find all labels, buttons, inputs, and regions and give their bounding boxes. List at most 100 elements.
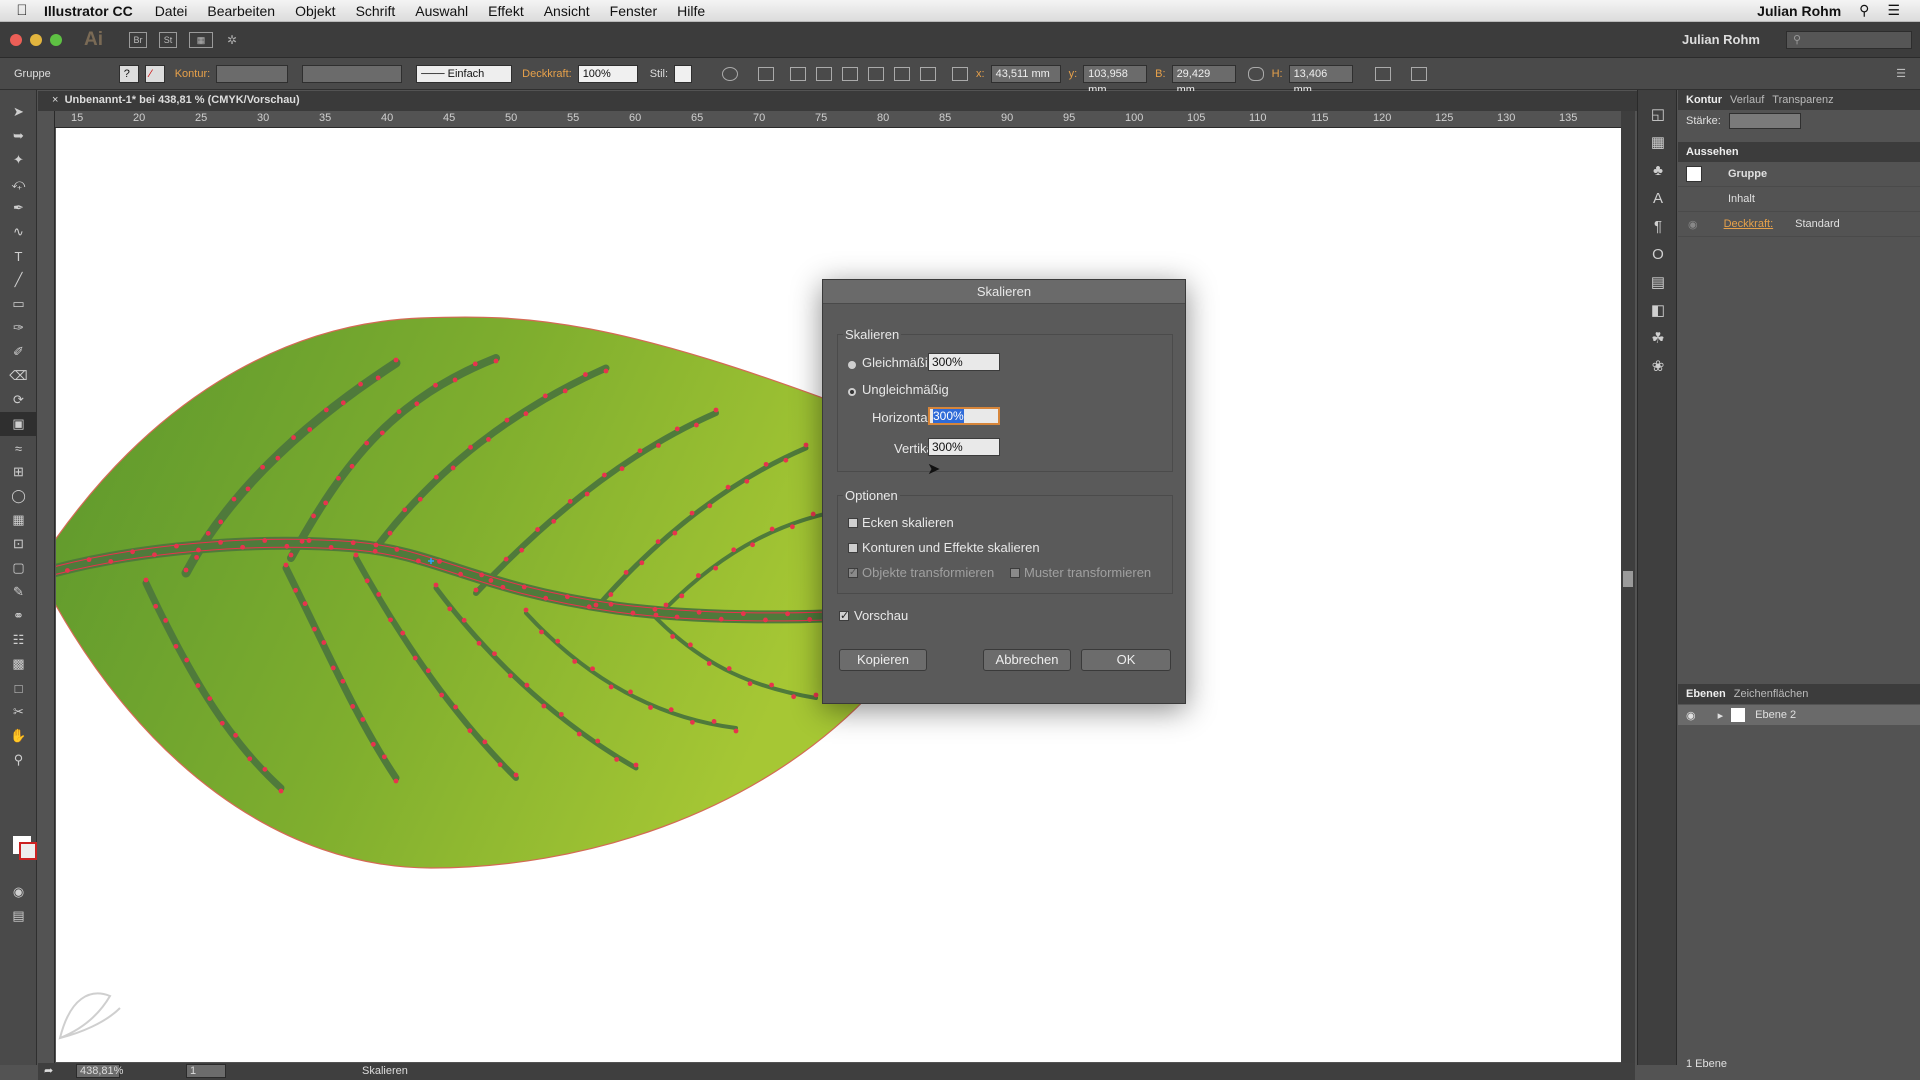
menubar-user[interactable]: Julian Rohm (1757, 3, 1841, 19)
stroke-swatch[interactable]: ⁄ (144, 64, 165, 83)
align-panel-icon[interactable]: ▤ (1638, 268, 1678, 296)
vertical-field[interactable]: 300% (928, 438, 1000, 456)
artboard-number-field[interactable]: 1 (186, 1064, 226, 1078)
align-to-icon[interactable] (758, 66, 775, 81)
control-bar-menu-icon[interactable]: ☰ (1896, 67, 1906, 80)
horizontal-ruler[interactable]: 15 20 25 30 35 40 45 50 55 60 65 70 75 80 85 90 95 100 105… (46, 111, 1626, 128)
vertical-ruler[interactable] (38, 111, 55, 1063)
anchor-point[interactable] (218, 539, 223, 545)
anchor-point[interactable] (245, 486, 251, 492)
anchor-point[interactable] (340, 678, 346, 684)
align-top-icon[interactable] (868, 66, 885, 81)
anchor-point[interactable] (275, 455, 281, 461)
perspective-grid-tool-icon[interactable]: ▦ (0, 508, 37, 532)
anchor-point[interactable] (184, 657, 190, 663)
anchor-point[interactable] (593, 602, 599, 608)
tab-kontur[interactable]: Kontur (1686, 94, 1722, 106)
anchor-point[interactable] (323, 500, 329, 506)
tab-transparenz[interactable]: Transparenz (1772, 94, 1833, 106)
anchor-point[interactable] (679, 593, 685, 599)
export-icon[interactable]: ➦ (44, 1064, 53, 1077)
tab-zeichenflaechen[interactable]: Zeichenflächen (1734, 688, 1809, 700)
anchor-point[interactable] (400, 630, 406, 636)
anchor-point[interactable] (763, 461, 769, 467)
anchor-point[interactable] (306, 538, 312, 543)
anchor-point[interactable] (194, 554, 200, 560)
anchor-point[interactable] (468, 444, 473, 450)
brush-definition-select[interactable]: ─── Einfach (416, 64, 513, 83)
x-field[interactable]: 43,511 mm (990, 64, 1061, 83)
anchor-point[interactable] (447, 606, 453, 612)
stock-button[interactable]: St (159, 31, 177, 48)
anchor-point[interactable] (690, 719, 695, 725)
anchor-point[interactable] (695, 573, 701, 578)
shape-builder-tool-icon[interactable]: ◯ (0, 484, 37, 508)
anchor-point[interactable] (711, 719, 717, 724)
anchor-point[interactable] (476, 640, 482, 646)
copy-button[interactable]: Kopieren (839, 649, 927, 671)
anchor-point[interactable] (503, 556, 509, 562)
anchor-point[interactable] (803, 442, 809, 448)
rectangle-tool-icon[interactable]: ▭ (0, 292, 37, 316)
align-left-icon[interactable] (790, 66, 807, 81)
anchor-point[interactable] (452, 377, 458, 383)
anchor-point[interactable] (340, 400, 346, 406)
stroke-weight-field[interactable] (216, 64, 289, 83)
menu-bearbeiten[interactable]: Bearbeiten (207, 3, 275, 19)
width-field[interactable]: 29,429 mm (1171, 64, 1236, 96)
constrain-proportions-icon[interactable] (1247, 66, 1264, 81)
anchor-point[interactable] (551, 518, 557, 524)
symbols-icon[interactable]: ♣ (1638, 156, 1678, 184)
height-field[interactable]: 13,406 mm (1288, 64, 1353, 96)
anchor-point[interactable] (668, 707, 674, 713)
anchor-point[interactable] (218, 519, 224, 525)
anchor-point[interactable] (637, 448, 643, 454)
anchor-point[interactable] (231, 496, 237, 502)
anchor-point[interactable] (492, 651, 497, 657)
anchor-point[interactable] (260, 464, 266, 470)
anchor-point[interactable] (628, 689, 633, 695)
anchor-point[interactable] (414, 401, 420, 407)
magic-wand-tool-icon[interactable]: ✦ (0, 148, 37, 172)
zoom-tool-icon[interactable]: ⚲ (0, 748, 37, 772)
visibility-eye-icon[interactable]: ◉ (1688, 218, 1698, 231)
menu-schrift[interactable]: Schrift (356, 3, 396, 19)
opentype-icon[interactable]: O (1638, 240, 1678, 268)
anchor-point[interactable] (358, 381, 363, 387)
graphic-styles-icon[interactable]: ☘ (1638, 324, 1678, 352)
anchor-point[interactable] (364, 578, 370, 584)
anchor-point[interactable] (219, 720, 225, 726)
anchor-point[interactable] (744, 478, 750, 484)
anchor-point[interactable] (482, 739, 488, 745)
anchor-point[interactable] (163, 617, 169, 623)
slice-tool-icon[interactable]: ✂ (0, 700, 37, 724)
scale-strokes-checkbox[interactable] (848, 543, 858, 553)
anchor-point[interactable] (195, 683, 201, 688)
variable-width-profile[interactable] (302, 64, 403, 83)
graphic-style-swatch[interactable] (674, 64, 693, 83)
anchor-point[interactable] (353, 552, 359, 558)
arrange-documents-icon[interactable]: ▦ (189, 31, 213, 48)
layer-expand-icon[interactable]: ▸ (1718, 709, 1724, 722)
anchor-point[interactable] (601, 472, 607, 478)
mesh-tool-icon[interactable]: ⊡ (0, 532, 37, 556)
anchor-point[interactable] (674, 614, 680, 620)
blob-brush-tool-icon[interactable]: ✐ (0, 340, 37, 364)
dialog-title[interactable]: Skalieren (823, 280, 1185, 304)
anchor-point[interactable] (207, 696, 213, 701)
menu-auswahl[interactable]: Auswahl (415, 3, 468, 19)
color-guide-icon[interactable]: ◱ (1638, 100, 1678, 128)
anchor-point[interactable] (652, 606, 658, 612)
column-graph-tool-icon[interactable]: ▩ (0, 652, 37, 676)
anchor-point[interactable] (336, 475, 341, 481)
anchor-point[interactable] (583, 372, 588, 377)
anchor-point[interactable] (750, 542, 755, 548)
anchor-point[interactable] (472, 361, 478, 367)
aussehen-title[interactable]: Aussehen (1686, 146, 1739, 158)
anchor-point[interactable] (562, 388, 568, 394)
spotlight-icon[interactable]: ⚲ (1859, 2, 1869, 19)
anchor-point[interactable] (731, 547, 737, 553)
anchor-point[interactable] (524, 682, 530, 688)
anchor-point[interactable] (488, 578, 494, 583)
horizontal-field[interactable]: 300% (928, 407, 1000, 425)
